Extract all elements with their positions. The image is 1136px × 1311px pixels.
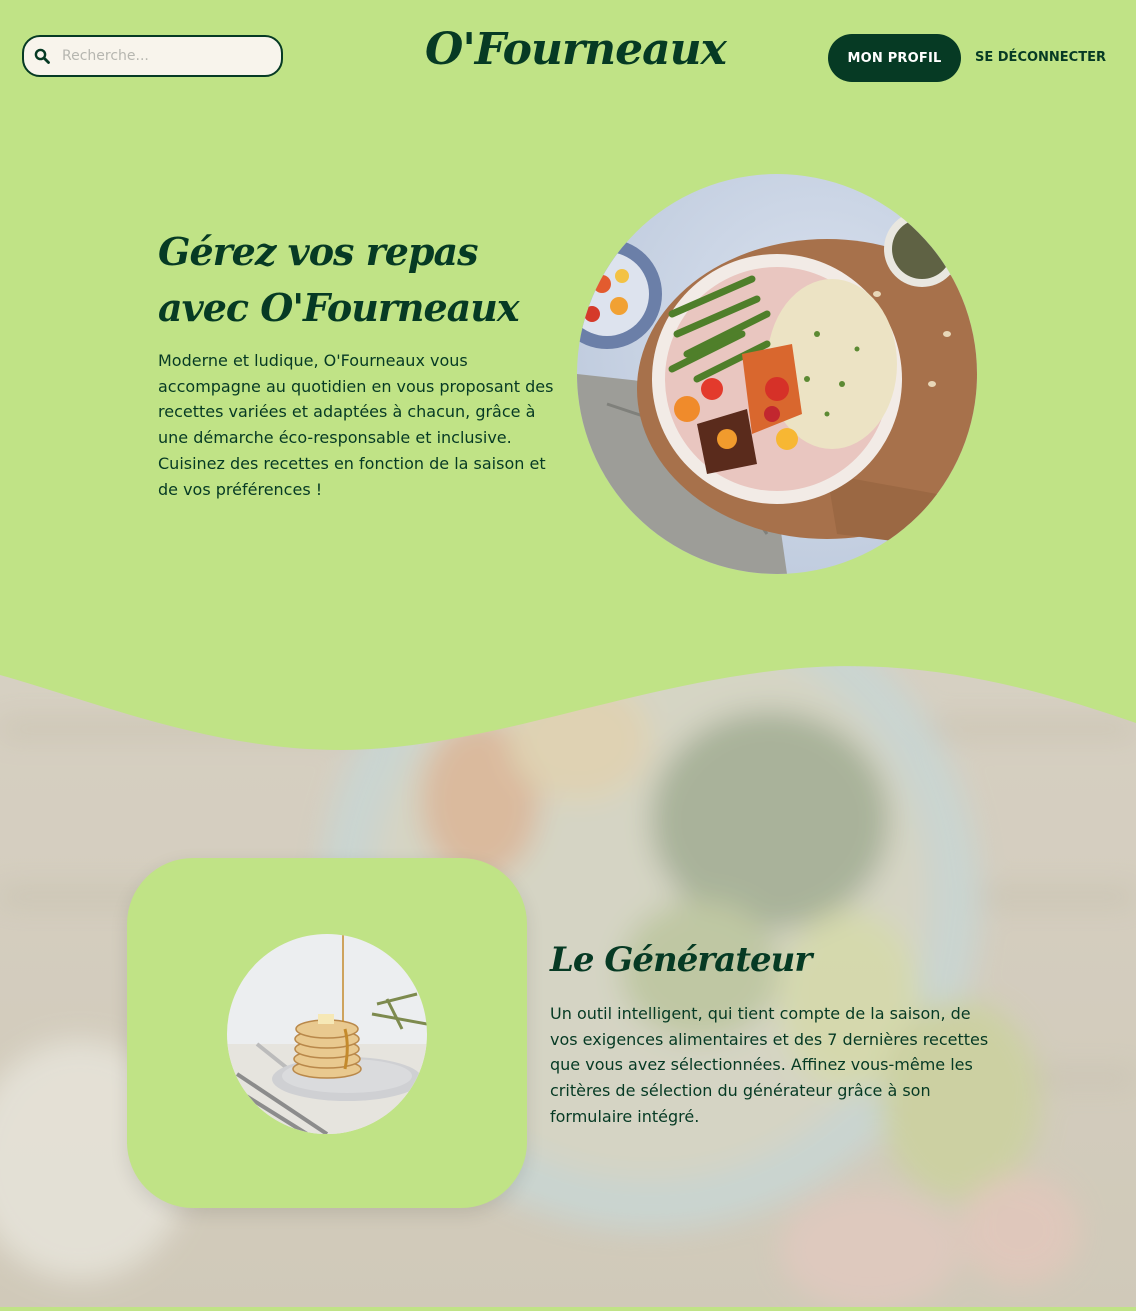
generator-description: Un outil intelligent, qui tient compte d…: [550, 1004, 989, 1126]
generator-title: Le Générateur: [550, 940, 812, 980]
search-icon: [34, 48, 50, 64]
pancakes-image: [227, 934, 427, 1134]
site-logo[interactable]: O'Fourneaux: [425, 24, 727, 75]
hero-food-image: [577, 174, 977, 574]
hero-title: Gérez vos repas avec O'Fourneaux: [158, 229, 520, 330]
search-box[interactable]: [22, 35, 283, 77]
wave-divider: [0, 640, 1136, 750]
site-header: O'Fourneaux MON PROFIL SE DÉCONNECTER: [0, 0, 1136, 116]
generator-card: [127, 858, 527, 1208]
profile-button[interactable]: MON PROFIL: [828, 34, 961, 82]
logout-link[interactable]: SE DÉCONNECTER: [975, 34, 1106, 82]
food-bowl-illustration: [577, 174, 977, 574]
pancakes-illustration: [227, 934, 427, 1134]
search-input[interactable]: [60, 47, 264, 65]
hero-description: Moderne et ludique, O'Fourneaux vous acc…: [158, 351, 554, 499]
